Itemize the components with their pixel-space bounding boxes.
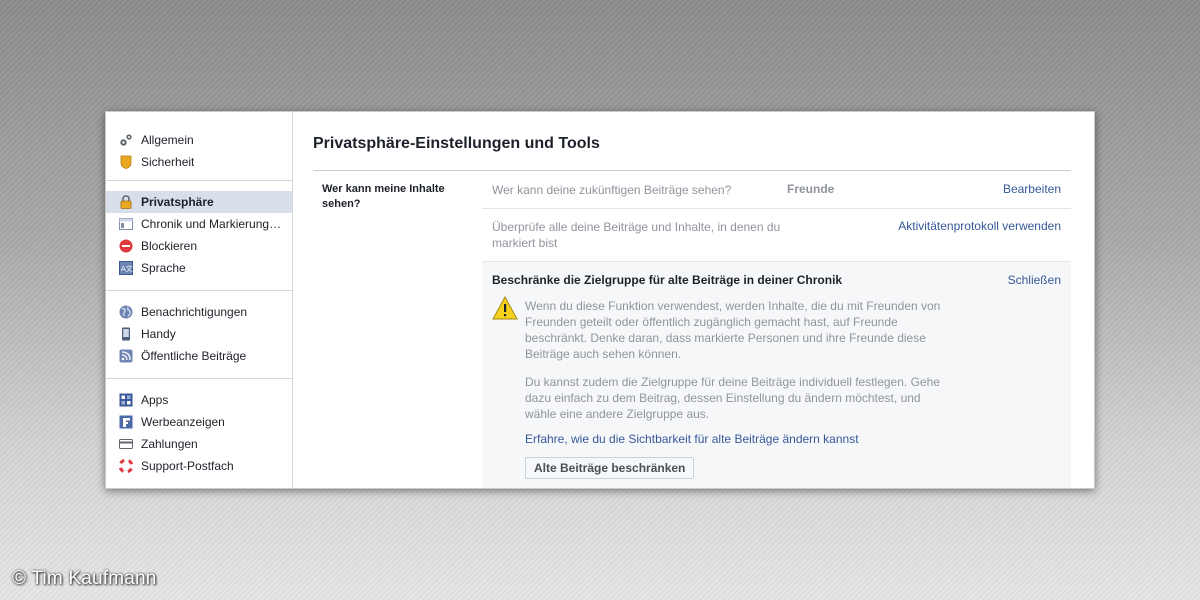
settings-sidebar: Allgemein Sicherheit Privatsphäre Chroni… [106,112,293,488]
sidebar-item-label: Öffentliche Beiträge [141,349,247,363]
lock-icon [119,195,133,209]
sidebar-item-label: Werbeanzeigen [141,415,225,429]
sidebar-item-label: Privatsphäre [141,195,214,209]
close-link[interactable]: Schließen [1008,273,1061,287]
section-label: Wer kann meine Inhalte sehen? [322,183,445,210]
setting-value: Freunde [787,182,835,196]
page-title: Privatsphäre-Einstellungen und Tools [313,135,600,152]
sidebar-item-label: Zahlungen [141,437,198,451]
setting-question: Überprüfe alle deine Beiträge und Inhalt… [492,220,781,250]
copyright-credit: © Tim Kaufmann [12,568,157,589]
globe-icon [119,305,133,319]
sidebar-item-label: Allgemein [141,133,194,147]
panel-description: Wenn du diese Funktion verwendest, werde… [525,299,941,361]
sidebar-item-label: Chronik und Markierung… [141,217,282,231]
sidebar-item-support-postfach[interactable]: Support-Postfach [106,455,292,477]
sidebar-item-label: Handy [141,327,176,341]
sidebar-item-label: Benachrichtigungen [141,305,248,319]
sidebar-item-label: Blockieren [141,239,198,253]
sidebar-item-zahlungen[interactable]: Zahlungen [106,433,292,455]
sidebar-item-werbeanzeigen[interactable]: Werbeanzeigen [106,411,292,433]
activity-log-link[interactable]: Aktivitätenprotokoll verwenden [898,219,1061,233]
ads-icon [119,415,133,429]
sidebar-item-label: Support-Postfach [141,459,234,473]
gears-icon [119,133,133,147]
panel-title: Beschränke die Zielgruppe für alte Beitr… [492,273,843,287]
phone-icon [119,327,133,341]
sidebar-item-label: Apps [141,393,169,407]
panel-hint: Du kannst zudem die Zielgruppe für deine… [525,375,940,421]
setting-question: Wer kann deine zukünftigen Beiträge sehe… [492,183,732,197]
sidebar-item-sicherheit[interactable]: Sicherheit [106,151,292,173]
language-icon: A文 [119,261,133,275]
shield-icon [119,155,133,169]
learn-more-link[interactable]: Erfahre, wie du die Sichtbarkeit für alt… [525,432,859,446]
title-divider [313,170,1071,171]
sidebar-item-allgemein[interactable]: Allgemein [106,129,292,151]
limit-old-posts-panel: Beschränke die Zielgruppe für alte Beitr… [482,262,1071,488]
settings-main: Privatsphäre-Einstellungen und Tools Wer… [292,112,1094,488]
lifebuoy-icon [119,459,133,473]
sidebar-item-handy[interactable]: Handy [106,323,292,345]
limit-old-posts-button[interactable]: Alte Beiträge beschränken [525,457,695,479]
setting-row-future-posts[interactable]: Wer kann deine zukünftigen Beiträge sehe… [482,172,1071,209]
block-icon [119,239,133,253]
sidebar-item-chronik[interactable]: Chronik und Markierung… [106,213,292,235]
apps-icon [119,393,133,407]
sidebar-item-benachrichtigungen[interactable]: Benachrichtigungen [106,301,292,323]
sidebar-item-apps[interactable]: Apps [106,389,292,411]
svg-text:A文: A文 [121,264,133,273]
card-icon [119,437,133,451]
settings-window: Allgemein Sicherheit Privatsphäre Chroni… [105,111,1095,489]
sidebar-item-privatsphaere[interactable]: Privatsphäre [106,191,292,213]
setting-row-review-tags[interactable]: Überprüfe alle deine Beiträge und Inhalt… [482,209,1071,262]
timeline-icon [119,217,133,231]
edit-link[interactable]: Bearbeiten [1003,182,1061,196]
sidebar-item-label: Sprache [141,261,186,275]
sidebar-item-sprache[interactable]: A文 Sprache [106,257,292,279]
sidebar-item-blockieren[interactable]: Blockieren [106,235,292,257]
sidebar-item-label: Sicherheit [141,155,195,169]
rss-icon [119,349,133,363]
sidebar-item-oeffentliche-beitraege[interactable]: Öffentliche Beiträge [106,345,292,367]
warning-icon [492,295,518,320]
